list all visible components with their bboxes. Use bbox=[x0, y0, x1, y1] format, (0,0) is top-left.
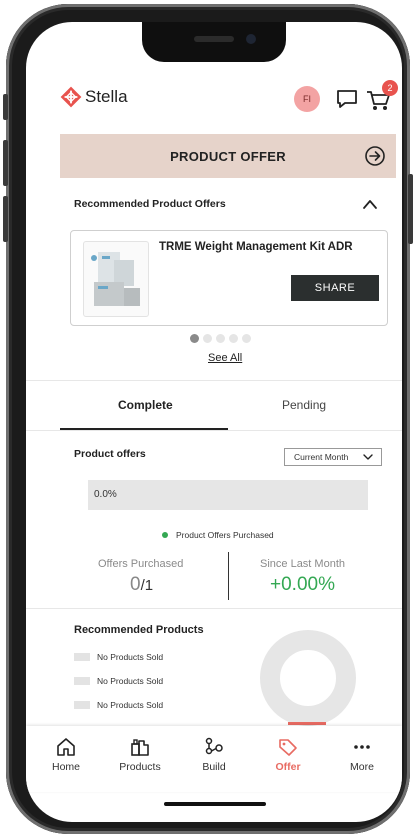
stats-divider bbox=[228, 552, 229, 600]
power-button bbox=[408, 174, 413, 244]
offers-progress-bar: 0.0% bbox=[88, 480, 368, 510]
product-image bbox=[83, 241, 149, 317]
stella-logo-icon bbox=[60, 86, 82, 108]
purchased-total: /1 bbox=[140, 577, 154, 594]
since-last-month-value: +0.00% bbox=[270, 574, 335, 595]
bottom-navigation: Home Products Build Offer More bbox=[26, 726, 402, 792]
nav-label: Products bbox=[119, 761, 161, 773]
phone-frame: Stella FI 2 PRODUCT OFFER Recommended Pr… bbox=[3, 4, 413, 834]
app-screen: Stella FI 2 PRODUCT OFFER Recommended Pr… bbox=[26, 22, 402, 822]
carousel-dot[interactable] bbox=[203, 334, 212, 343]
nav-label: Home bbox=[51, 761, 80, 773]
home-icon bbox=[57, 738, 75, 756]
recommended-products-heading: Recommended Products bbox=[74, 624, 204, 636]
legend-label: Product Offers Purchased bbox=[176, 530, 274, 540]
chart-highlight-bar bbox=[288, 722, 326, 725]
carousel-dot[interactable] bbox=[190, 334, 199, 343]
phone-notch bbox=[142, 22, 286, 62]
volume-up-button bbox=[3, 140, 8, 186]
mute-switch bbox=[3, 94, 8, 120]
section-divider bbox=[26, 380, 402, 381]
period-select[interactable]: Current Month bbox=[284, 448, 382, 466]
progress-value: 0.0% bbox=[94, 489, 117, 500]
offers-purchased-label: Offers Purchased bbox=[98, 558, 184, 570]
product-offer-title: PRODUCT OFFER bbox=[170, 148, 286, 164]
product-legend-item: No Products Sold bbox=[74, 652, 163, 662]
product-offer-banner[interactable]: PRODUCT OFFER bbox=[60, 134, 396, 178]
products-donut-chart bbox=[260, 630, 356, 726]
volume-down-button bbox=[3, 196, 8, 242]
cart-count-badge: 2 bbox=[382, 80, 398, 96]
product-legend-label: No Products Sold bbox=[97, 676, 164, 686]
tab-divider bbox=[26, 430, 402, 431]
user-avatar[interactable]: FI bbox=[294, 86, 320, 112]
nav-products[interactable]: Products bbox=[110, 736, 170, 773]
carousel-dot[interactable] bbox=[229, 334, 238, 343]
offer-tag-icon bbox=[279, 739, 297, 756]
legend-swatch bbox=[74, 653, 90, 661]
nav-more[interactable]: More bbox=[332, 736, 392, 773]
carousel-dot[interactable] bbox=[242, 334, 251, 343]
carousel-dot[interactable] bbox=[216, 334, 225, 343]
tab-pending[interactable]: Pending bbox=[282, 398, 326, 412]
product-legend-label: No Products Sold bbox=[97, 652, 164, 662]
legend-dot bbox=[162, 532, 168, 538]
build-icon bbox=[205, 737, 223, 755]
offers-purchased-value: 0/1 bbox=[130, 574, 153, 596]
section-divider bbox=[26, 608, 402, 609]
product-legend-item: No Products Sold bbox=[74, 700, 163, 710]
front-camera bbox=[246, 34, 256, 44]
period-select-value: Current Month bbox=[294, 452, 349, 462]
recommended-offers-heading: Recommended Product Offers bbox=[74, 198, 226, 210]
nav-build[interactable]: Build bbox=[184, 736, 244, 773]
product-kit-illustration bbox=[91, 252, 140, 306]
offer-product-name: TRME Weight Management Kit ADR bbox=[159, 241, 353, 253]
product-legend-item: No Products Sold bbox=[74, 676, 163, 686]
nav-label: Build bbox=[202, 761, 226, 773]
app-header: Stella FI 2 bbox=[26, 74, 402, 122]
nav-home[interactable]: Home bbox=[36, 736, 96, 773]
offer-card[interactable]: TRME Weight Management Kit ADR SHARE bbox=[70, 230, 388, 326]
app-logo[interactable]: Stella bbox=[60, 86, 128, 108]
products-icon bbox=[131, 739, 149, 756]
home-indicator bbox=[164, 802, 266, 806]
legend-swatch bbox=[74, 677, 90, 685]
app-name: Stella bbox=[85, 87, 128, 106]
nav-offer[interactable]: Offer bbox=[258, 736, 318, 773]
collapse-chevron-up-icon[interactable] bbox=[362, 198, 378, 210]
since-last-month-label: Since Last Month bbox=[260, 558, 345, 570]
see-all-link[interactable]: See All bbox=[208, 352, 242, 364]
nav-label: More bbox=[350, 761, 374, 773]
tab-complete[interactable]: Complete bbox=[118, 398, 173, 412]
arrow-right-circle-icon[interactable] bbox=[364, 145, 386, 167]
more-icon bbox=[354, 745, 370, 749]
product-offers-heading: Product offers bbox=[74, 448, 146, 460]
carousel-indicator bbox=[190, 334, 251, 343]
legend-swatch bbox=[74, 701, 90, 709]
chevron-down-icon bbox=[363, 454, 373, 460]
offers-legend: Product Offers Purchased bbox=[162, 530, 274, 540]
speaker-grille bbox=[194, 36, 234, 42]
product-legend-label: No Products Sold bbox=[97, 700, 164, 710]
share-button[interactable]: SHARE bbox=[291, 275, 379, 301]
chat-icon[interactable] bbox=[334, 86, 360, 112]
purchased-count: 0 bbox=[130, 574, 141, 595]
nav-label: Offer bbox=[275, 761, 301, 773]
